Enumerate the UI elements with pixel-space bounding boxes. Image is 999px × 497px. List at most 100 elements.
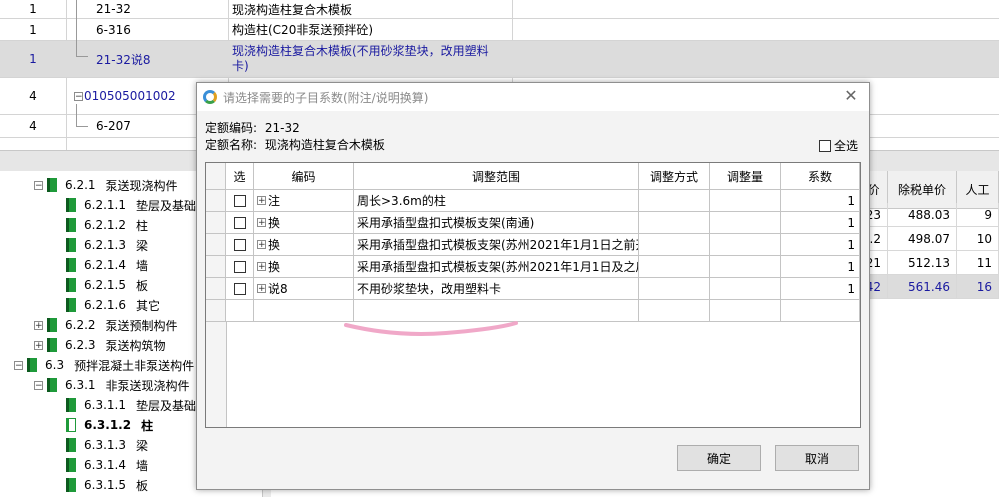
row-amount[interactable] <box>710 256 781 278</box>
row-indicator-column <box>206 322 227 427</box>
row-select-cell[interactable] <box>226 256 254 278</box>
row-coefficient[interactable]: 1 <box>781 256 860 278</box>
cancel-button[interactable]: 取消 <box>775 445 859 471</box>
tree-node[interactable]: 6.2.1.4 墙 <box>66 255 148 275</box>
dialog-title: 请选择需要的子目系数(附注/说明换算) <box>223 90 429 105</box>
row-code-cell: + 注 <box>254 190 354 212</box>
table-row[interactable]: 1 21-32 现浇构造柱复合木模板 <box>0 0 999 19</box>
empty-cell[interactable] <box>226 300 254 322</box>
empty-cell[interactable] <box>639 300 710 322</box>
row-coefficient[interactable]: 1 <box>781 234 860 256</box>
tree-node[interactable]: 6.2.1.3 梁 <box>66 235 148 255</box>
tree-node-number: 6.2.1.4 <box>84 258 126 272</box>
quota-code-line: 定额编码: 21-32 <box>205 119 300 136</box>
expand-icon[interactable]: + <box>257 262 266 272</box>
expand-icon[interactable]: + <box>34 340 43 350</box>
tree-node-number: 6.3.1.5 <box>84 478 126 492</box>
tree-node[interactable]: − 6.3 预拌混凝土非泵送构件 <box>14 355 194 375</box>
row-amount[interactable] <box>710 278 781 300</box>
expand-icon[interactable]: + <box>257 284 266 294</box>
tree-node[interactable]: 6.3.1.5 板 <box>66 475 148 495</box>
row-select-cell[interactable] <box>226 190 254 212</box>
table-row[interactable]: 1 6-316 构造柱(C20非泵送预拌砼) <box>0 19 999 41</box>
select-all-checkbox[interactable]: 全选 <box>819 137 858 154</box>
tree-node[interactable]: + 6.2.2 泵送预制构件 <box>34 315 178 335</box>
expand-icon[interactable]: + <box>34 320 43 330</box>
tree-node-selected[interactable]: 6.3.1.2 柱 <box>66 415 153 435</box>
row-method[interactable] <box>639 190 710 212</box>
row-coefficient[interactable]: 1 <box>781 212 860 234</box>
tree-node[interactable]: 6.3.1.1 垫层及基础 <box>66 395 196 415</box>
row-indicator <box>206 212 226 234</box>
ok-button[interactable]: 确定 <box>677 445 761 471</box>
tree-node[interactable]: 6.2.1.1 垫层及基础 <box>66 195 196 215</box>
row-select-cell[interactable] <box>226 234 254 256</box>
column-header-amount[interactable]: 调整量 <box>710 163 781 190</box>
table-row-selected[interactable]: 1 21-32说8 现浇构造柱复合木模板(不用砂浆垫块，改用塑料 卡) <box>0 41 999 78</box>
grid-cell: 512.13 <box>888 251 957 275</box>
row-number: 1 <box>29 2 37 16</box>
tree-node-label: 柱 <box>135 218 148 233</box>
tree-node-label: 梁 <box>135 438 148 453</box>
row-checkbox[interactable] <box>233 194 246 207</box>
column-header-method[interactable]: 调整方式 <box>639 163 710 190</box>
tree-node-number: 6.3 <box>45 358 65 372</box>
tree-node[interactable]: 6.3.1.4 墙 <box>66 455 148 475</box>
column-header-range[interactable]: 调整范围 <box>354 163 639 190</box>
row-method[interactable] <box>639 212 710 234</box>
row-coefficient[interactable]: 1 <box>781 278 860 300</box>
row-coefficient[interactable]: 1 <box>781 190 860 212</box>
row-checkbox[interactable] <box>233 238 246 251</box>
row-method[interactable] <box>639 234 710 256</box>
tree-node[interactable]: − 6.2.1 泵送现浇构件 <box>34 175 178 195</box>
row-indicator <box>206 278 226 300</box>
tree-node[interactable]: − 6.3.1 非泵送现浇构件 <box>34 375 190 395</box>
row-name-line2: 卡) <box>232 59 249 73</box>
row-amount[interactable] <box>710 190 781 212</box>
tree-node[interactable]: 6.2.1.2 柱 <box>66 215 148 235</box>
book-icon <box>66 298 76 312</box>
row-amount[interactable] <box>710 212 781 234</box>
coefficient-grid: 选 编码 调整范围 调整方式 调整量 系数 + 注 周长>3.6m的柱 1 + 换 … <box>205 162 861 428</box>
tree-node[interactable]: 6.3.1.3 梁 <box>66 435 148 455</box>
row-checkbox[interactable] <box>233 282 246 295</box>
row-method[interactable] <box>639 278 710 300</box>
tree-node[interactable]: 6.2.1.5 板 <box>66 275 148 295</box>
collapse-icon[interactable]: − <box>74 91 83 101</box>
column-header-coefficient[interactable]: 系数 <box>781 163 860 190</box>
book-icon <box>66 478 76 492</box>
row-checkbox[interactable] <box>233 216 246 229</box>
row-method[interactable] <box>639 256 710 278</box>
row-range: 不用砂浆垫块，改用塑料卡 <box>354 278 639 300</box>
book-icon <box>66 258 76 272</box>
row-select-cell[interactable] <box>226 278 254 300</box>
book-icon <box>66 238 76 252</box>
collapse-icon[interactable]: − <box>14 360 23 370</box>
book-icon <box>47 338 57 352</box>
collapse-icon[interactable]: − <box>34 180 43 190</box>
empty-cell[interactable] <box>781 300 860 322</box>
row-amount[interactable] <box>710 234 781 256</box>
expand-icon[interactable]: + <box>257 196 266 206</box>
app-logo-icon <box>203 90 217 104</box>
column-header-select[interactable]: 选 <box>226 163 254 190</box>
row-code: 注 <box>268 194 281 208</box>
column-header-code[interactable]: 编码 <box>254 163 354 190</box>
expand-icon[interactable]: + <box>257 218 266 228</box>
empty-cell[interactable] <box>710 300 781 322</box>
book-icon <box>66 198 76 212</box>
dialog-titlebar[interactable]: 请选择需要的子目系数(附注/说明换算) ✕ <box>197 83 869 111</box>
row-number: 1 <box>29 52 37 66</box>
expand-icon[interactable]: + <box>257 240 266 250</box>
close-icon[interactable]: ✕ <box>843 88 859 104</box>
annotation-stroke <box>344 321 518 336</box>
checkbox[interactable] <box>819 139 831 152</box>
tree-node[interactable]: + 6.2.3 泵送构筑物 <box>34 335 166 355</box>
tree-node[interactable]: 6.2.1.6 其它 <box>66 295 160 315</box>
tree-node-label: 墙 <box>135 258 148 273</box>
grid-cell: 498.07 <box>888 227 957 251</box>
row-select-cell[interactable] <box>226 212 254 234</box>
row-name: 现浇构造柱复合木模板 <box>232 2 353 17</box>
row-checkbox[interactable] <box>233 260 246 273</box>
collapse-icon[interactable]: − <box>34 380 43 390</box>
